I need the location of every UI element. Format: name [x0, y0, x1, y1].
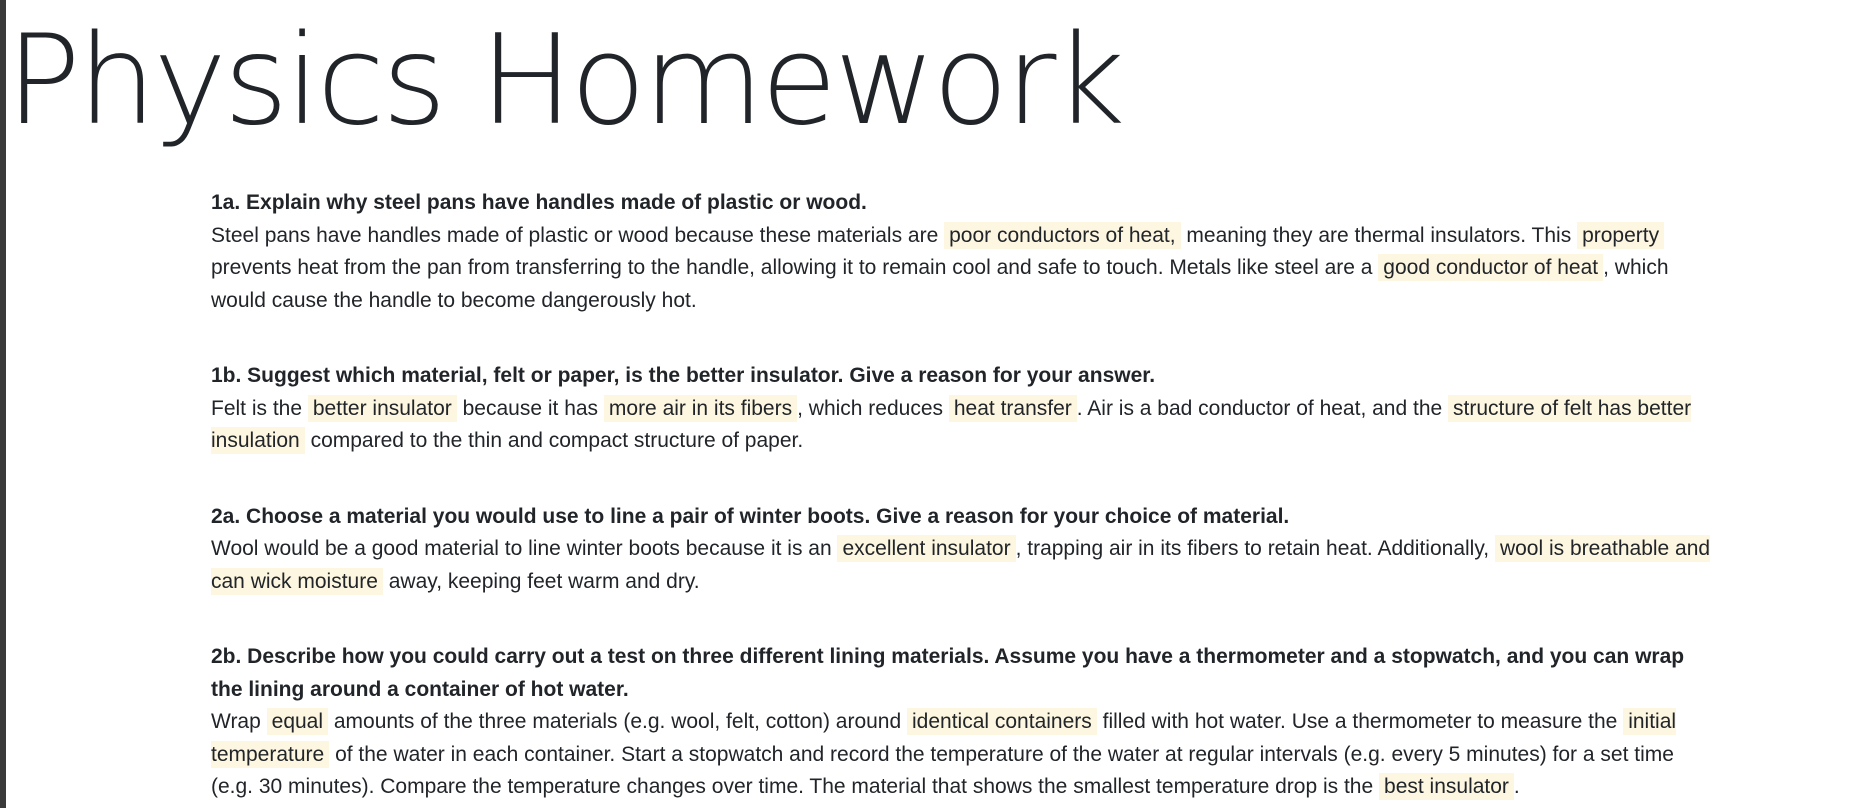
answer-segment: prevents heat from the pan from transfer…: [211, 256, 1379, 279]
homework-content: 1a. Explain why steel pans have handles …: [211, 187, 1711, 808]
answer-segment: meaning they are thermal insulators. Thi…: [1180, 223, 1578, 247]
highlighted-phrase: more air in its fibers: [603, 394, 798, 422]
highlighted-phrase: excellent insulator: [837, 535, 1016, 562]
highlighted-phrase: equal: [266, 708, 329, 735]
answer-text: Felt is the better insulator because it …: [211, 393, 1711, 458]
qa-item-1b: 1b. Suggest which material, felt or pape…: [211, 360, 1711, 458]
highlighted-phrase: good conductor of heat: [1378, 254, 1604, 281]
answer-segment: because it has: [456, 396, 604, 420]
question-text: 2a. Choose a material you would use to l…: [211, 504, 1290, 528]
highlighted-phrase: better insulator: [307, 394, 457, 422]
answer-segment: compared to the thin and compact structu…: [304, 429, 804, 452]
answer-segment: . Air is a bad conductor of heat, and th…: [1076, 396, 1449, 420]
answer-segment: , which reduces: [797, 396, 949, 420]
highlighted-phrase: identical containers: [907, 708, 1097, 735]
answer-segment: Wool would be a good material to line wi…: [211, 537, 838, 560]
question-text: 1a. Explain why steel pans have handles …: [211, 191, 867, 214]
answer-segment: filled with hot water. Use a thermometer…: [1096, 710, 1624, 733]
highlighted-phrase: property: [1577, 221, 1665, 249]
question-text: 2b. Describe how you could carry out a t…: [211, 645, 1685, 701]
page-title: Physics Homework: [6, 9, 1125, 153]
answer-segment: Felt is the: [211, 396, 308, 420]
answer-text: Wrap equal amounts of the three material…: [211, 706, 1711, 804]
highlighted-phrase: best insulator: [1379, 773, 1514, 800]
highlighted-phrase: poor conductors of heat,: [944, 221, 1181, 249]
answer-segment: amounts of the three materials (e.g. woo…: [328, 710, 907, 733]
question-text: 1b. Suggest which material, felt or pape…: [211, 364, 1156, 387]
qa-item-2b: 2b. Describe how you could carry out a t…: [211, 641, 1711, 804]
answer-text: Steel pans have handles made of plastic …: [211, 220, 1711, 318]
answer-text: Wool would be a good material to line wi…: [211, 533, 1711, 598]
highlighted-phrase: heat transfer: [948, 394, 1077, 422]
answer-segment: away, keeping feet warm and dry.: [382, 569, 700, 593]
answer-segment: , trapping air in its fibers to retain h…: [1015, 537, 1495, 560]
qa-item-2a: 2a. Choose a material you would use to l…: [211, 501, 1711, 599]
answer-segment: .: [1513, 775, 1520, 798]
answer-segment: Wrap: [211, 710, 267, 733]
answer-segment: Steel pans have handles made of plastic …: [211, 223, 945, 247]
qa-item-1a: 1a. Explain why steel pans have handles …: [211, 187, 1711, 317]
